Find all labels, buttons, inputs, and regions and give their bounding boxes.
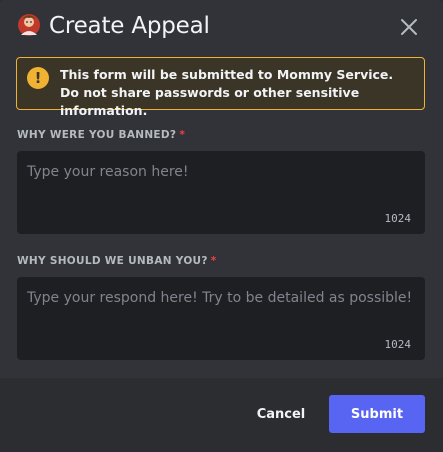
cancel-button[interactable]: Cancel — [251, 395, 311, 433]
warning-icon-glyph: ! — [34, 69, 42, 87]
submit-button[interactable]: Submit — [329, 395, 425, 433]
dialog-header: Create Appeal — [0, 0, 443, 52]
warning-icon: ! — [27, 67, 49, 89]
notice-text: This form will be submitted to Mommy Ser… — [60, 66, 416, 120]
dialog-title: Create Appeal — [49, 13, 210, 39]
question-label-unban: Why should we unban you? * — [17, 255, 217, 267]
reason-field: 1024 — [17, 151, 425, 234]
close-icon[interactable] — [398, 16, 420, 38]
dialog-footer: Cancel Submit — [0, 378, 443, 452]
notice-service-name: Mommy Service — [276, 67, 389, 82]
reason-input[interactable] — [17, 151, 425, 234]
unban-reason-input[interactable] — [17, 277, 425, 360]
question-label-banned: Why were you banned? * — [17, 129, 185, 141]
char-limit-counter: 1024 — [384, 212, 412, 225]
required-mark: * — [210, 255, 217, 267]
char-limit-counter: 1024 — [384, 338, 412, 351]
required-mark: * — [179, 129, 186, 141]
warning-notice: ! This form will be submitted to Mommy S… — [16, 57, 425, 118]
unban-reason-field: 1024 — [17, 277, 425, 360]
question-label-text: Why should we unban you? — [17, 255, 208, 267]
question-label-text: Why were you banned? — [17, 129, 177, 141]
server-avatar-icon — [18, 14, 40, 36]
notice-text-before: This form will be submitted to — [60, 67, 277, 82]
create-appeal-dialog: Create Appeal ! This form will be submit… — [0, 0, 443, 452]
